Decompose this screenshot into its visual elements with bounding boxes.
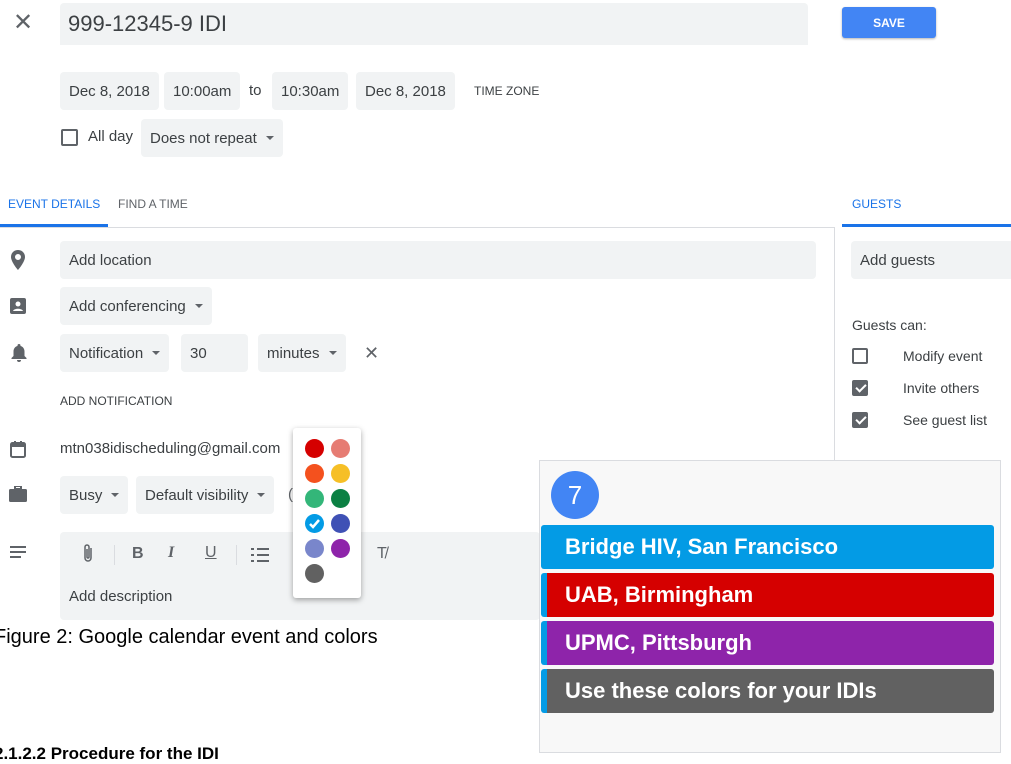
- color-legend-tag: Use these colors for your IDIs: [541, 669, 994, 713]
- chevron-down-icon: [328, 351, 337, 355]
- add-guests-input[interactable]: Add guests: [851, 241, 1011, 279]
- conferencing-text: Add conferencing: [69, 297, 186, 315]
- start-date-picker[interactable]: Dec 8, 2018: [60, 72, 159, 110]
- conferencing-dropdown[interactable]: Add conferencing: [60, 287, 212, 325]
- remove-notification-icon[interactable]: ✕: [364, 343, 379, 364]
- bell-icon: [11, 344, 27, 362]
- notification-unit-text: minutes: [267, 344, 320, 362]
- chevron-down-icon: [152, 351, 161, 355]
- see-guest-list-checkbox[interactable]: [852, 412, 868, 428]
- notification-type-dropdown[interactable]: Notification: [60, 334, 170, 372]
- numbered-list-icon[interactable]: [251, 547, 269, 563]
- timezone-button[interactable]: TIME ZONE: [474, 84, 539, 98]
- modify-event-checkbox[interactable]: [852, 348, 868, 364]
- conferencing-icon: [10, 298, 26, 314]
- toolbar-divider: [114, 545, 115, 565]
- repeat-text: Does not repeat: [150, 129, 257, 147]
- color-legend-tag: UPMC, Pittsburgh: [541, 621, 994, 665]
- tab-guests[interactable]: GUESTS: [852, 197, 901, 211]
- save-button[interactable]: SAVE: [842, 7, 936, 38]
- color-swatch[interactable]: [331, 464, 350, 483]
- italic-icon[interactable]: I: [168, 544, 174, 562]
- notification-unit-dropdown[interactable]: minutes: [258, 334, 346, 372]
- underline-icon[interactable]: U: [205, 544, 217, 562]
- color-swatch[interactable]: [305, 514, 324, 533]
- modify-event-label: Modify event: [903, 348, 983, 364]
- figure-caption: Figure 2: Google calendar event and colo…: [0, 626, 378, 648]
- end-date-text: Dec 8, 2018: [365, 82, 446, 100]
- color-swatch[interactable]: [305, 539, 324, 558]
- color-swatch[interactable]: [331, 439, 350, 458]
- clear-formatting-icon[interactable]: T̸: [377, 545, 387, 563]
- busy-dropdown[interactable]: Busy: [60, 476, 129, 514]
- color-swatch[interactable]: [331, 514, 350, 533]
- all-day-label: All day: [88, 128, 134, 145]
- description-placeholder: Add description: [69, 588, 173, 605]
- chevron-down-icon: [257, 493, 266, 497]
- repeat-dropdown[interactable]: Does not repeat: [141, 119, 283, 157]
- chevron-down-icon: [194, 304, 203, 308]
- chevron-down-icon: [111, 493, 120, 497]
- color-swatch[interactable]: [305, 564, 324, 583]
- bold-icon[interactable]: B: [132, 545, 144, 563]
- all-day-checkbox[interactable]: [61, 129, 78, 146]
- calendar-icon: [10, 441, 26, 458]
- color-swatch[interactable]: [331, 539, 350, 558]
- notification-value-text: 30: [190, 344, 207, 362]
- busy-text: Busy: [69, 486, 103, 504]
- section-heading-fragment: 2.1.2.2 Procedure for the IDI: [0, 744, 219, 763]
- checkmark-icon: [309, 519, 320, 529]
- guests-can-label: Guests can:: [852, 317, 927, 333]
- chevron-down-icon: [265, 136, 274, 140]
- close-icon[interactable]: ✕: [13, 8, 33, 37]
- event-title-text: 999-12345-9 IDI: [68, 11, 227, 36]
- visibility-text: Default visibility: [145, 486, 249, 504]
- briefcase-icon: [9, 486, 27, 502]
- end-date-picker[interactable]: Dec 8, 2018: [356, 72, 455, 110]
- color-swatch[interactable]: [305, 439, 324, 458]
- save-button-label: SAVE: [873, 15, 905, 30]
- guests-tab-indicator: [842, 224, 1011, 227]
- invite-others-checkbox[interactable]: [852, 380, 868, 396]
- color-swatch[interactable]: [331, 489, 350, 508]
- notification-value-input[interactable]: 30: [181, 334, 248, 372]
- count-badge: 7: [551, 471, 599, 519]
- end-time-text: 10:30am: [281, 82, 340, 100]
- tab-find-a-time[interactable]: FIND A TIME: [118, 197, 188, 211]
- count-badge-number: 7: [567, 479, 583, 510]
- see-guest-list-label: See guest list: [903, 412, 988, 428]
- location-input[interactable]: Add location: [60, 241, 816, 279]
- color-swatch[interactable]: [305, 489, 324, 508]
- add-notification-button[interactable]: ADD NOTIFICATION: [60, 394, 172, 408]
- attachment-icon[interactable]: [82, 544, 94, 564]
- calendar-account-text[interactable]: mtn038idischeduling@gmail.com: [60, 440, 280, 457]
- location-pin-icon: [11, 250, 25, 270]
- to-label: to: [249, 82, 262, 99]
- description-icon: [10, 546, 26, 558]
- start-date-text: Dec 8, 2018: [69, 82, 150, 100]
- end-time-picker[interactable]: 10:30am: [272, 72, 349, 110]
- guests-panel-divider: [834, 227, 835, 461]
- notification-type-text: Notification: [69, 344, 144, 362]
- start-time-text: 10:00am: [173, 82, 232, 100]
- color-swatch[interactable]: [305, 464, 324, 483]
- toolbar-divider: [236, 545, 237, 565]
- event-title-input[interactable]: 999-12345-9 IDI: [60, 3, 808, 45]
- invite-others-label: Invite others: [903, 380, 980, 396]
- tabs-divider: [0, 227, 834, 228]
- location-placeholder: Add location: [69, 251, 152, 269]
- color-palette-popup: [293, 428, 361, 598]
- visibility-dropdown[interactable]: Default visibility: [136, 476, 275, 514]
- color-legend-tag: UAB, Birmingham: [541, 573, 994, 617]
- tab-event-details[interactable]: EVENT DETAILS: [8, 197, 100, 211]
- color-legend-tag: Bridge HIV, San Francisco: [541, 525, 994, 569]
- add-guests-placeholder: Add guests: [860, 251, 936, 269]
- start-time-picker[interactable]: 10:00am: [164, 72, 241, 110]
